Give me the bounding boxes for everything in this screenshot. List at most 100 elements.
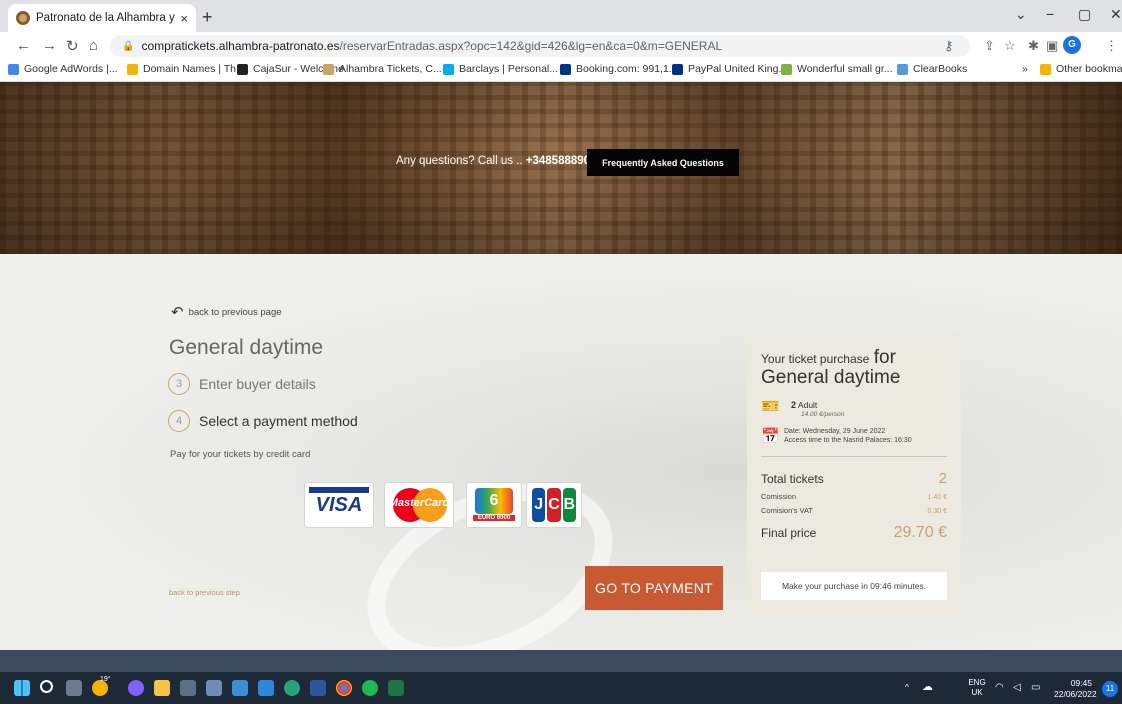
bookmark-item[interactable]: ClearBooks [897, 63, 967, 75]
visit-date: Date: Wednesday, 29 June 2022 [784, 428, 886, 435]
edge-icon[interactable] [284, 680, 300, 696]
final-price-value: 29.70 € [893, 524, 947, 541]
go-to-payment-button[interactable]: GO TO PAYMENT [585, 566, 723, 610]
bookmark-star-icon[interactable]: ☆ [1004, 38, 1016, 54]
home-icon[interactable]: ⌂ [89, 37, 98, 54]
comission-row: Comission 1.40 € [761, 492, 947, 501]
back-to-previous-page-link[interactable]: ↶ back to previous page [171, 303, 282, 321]
bookmark-item[interactable]: PayPal United King... [672, 63, 787, 75]
bookmark-label: Google AdWords |... [24, 63, 118, 75]
bookmark-label: PayPal United King... [688, 63, 788, 75]
other-bookmarks-folder[interactable]: Other bookmarks [1040, 63, 1122, 75]
windows-start-icon[interactable] [14, 680, 30, 696]
bookmark-favicon-icon [443, 63, 454, 75]
bookmark-item[interactable]: Booking.com: 991,1... [560, 63, 678, 75]
wifi-icon[interactable]: ◠ [995, 682, 1004, 693]
total-tickets-label: Total tickets [761, 472, 824, 486]
profile-avatar[interactable]: G [1063, 36, 1081, 54]
tab-search-icon[interactable]: ⌄ [1015, 6, 1027, 23]
bookmark-label: Barclays | Personal... [459, 63, 559, 75]
bookmark-label: ClearBooks [913, 63, 968, 75]
lock-icon: 🔒 [122, 40, 135, 52]
calculator-icon[interactable] [180, 680, 196, 696]
comission-label: Comission [761, 492, 797, 501]
forward-arrow-icon[interactable]: → [42, 37, 57, 54]
jcb-logo-icon: J C B [531, 488, 577, 522]
faq-button[interactable]: Frequently Asked Questions [587, 149, 739, 176]
word-icon[interactable] [310, 680, 326, 696]
tray-chevron-icon[interactable]: ^ [905, 682, 909, 692]
side-panel-icon[interactable]: ▣ [1046, 38, 1058, 54]
system-clock[interactable]: 09:45 22/06/2022 [1054, 678, 1097, 699]
ticket-icon: 🎫 [761, 398, 780, 415]
purchase-summary-panel: Your ticket purchase for General daytime… [747, 334, 961, 616]
back-to-previous-step-link[interactable]: back to previous step [169, 588, 240, 597]
address-bar[interactable]: 🔒 compratickets.alhambra-patronato.es /r… [110, 35, 970, 57]
bookmark-item[interactable]: Alhambra Tickets, C... [323, 63, 442, 75]
bookmark-item[interactable]: Wonderful small gr... [781, 63, 893, 75]
excel-icon[interactable] [388, 680, 404, 696]
euro6000-logo-icon: 6 EURO 6000 [473, 486, 515, 524]
total-tickets-row: Total tickets 2 [761, 470, 947, 487]
bookmark-item[interactable]: Google AdWords |... [8, 63, 118, 75]
back-arrow-icon[interactable]: ← [16, 37, 31, 54]
outlook-icon[interactable] [258, 680, 274, 696]
bookmark-favicon-icon [897, 63, 908, 75]
file-explorer-icon[interactable] [154, 680, 170, 696]
jcb-card-option[interactable]: J C B [526, 482, 582, 528]
nasrid-access-time: Access time to the Nasrid Palaces: 16:30 [784, 437, 912, 445]
mastercard-text: MasterCard [388, 497, 450, 509]
spotify-icon[interactable] [362, 680, 378, 696]
chrome-icon[interactable] [336, 680, 352, 696]
folder-icon [1040, 63, 1051, 75]
bookmark-label: Alhambra Tickets, C... [339, 63, 442, 75]
visa-logo-icon: VISA [309, 487, 369, 523]
language-code: ENG [968, 678, 986, 687]
step-enter-buyer-details[interactable]: 3 Enter buyer details [168, 373, 316, 395]
volume-icon[interactable]: ◁ [1013, 682, 1021, 693]
bookmarks-overflow-icon[interactable]: » [1022, 63, 1028, 75]
close-window-button[interactable]: ✕ [1110, 6, 1122, 23]
new-tab-button[interactable]: + [202, 7, 213, 28]
bookmark-item[interactable]: Barclays | Personal... [443, 63, 558, 75]
bookmark-favicon-icon [237, 63, 248, 75]
store-icon[interactable] [206, 680, 222, 696]
bookmark-favicon-icon [323, 63, 334, 75]
onedrive-cloud-icon[interactable]: ☁ [922, 680, 933, 693]
battery-icon[interactable]: ▭ [1031, 682, 1040, 693]
undo-arrow-icon: ↶ [171, 304, 184, 321]
tab-strip: Patronato de la Alhambra y Gene × + ⌄ − … [0, 0, 1122, 32]
tab-close-icon[interactable]: × [180, 11, 188, 26]
task-view-icon[interactable] [66, 680, 82, 696]
bookmark-label: Wonderful small gr... [797, 63, 893, 75]
chrome-menu-icon[interactable]: ⋮ [1105, 38, 1118, 54]
notification-badge[interactable]: 11 [1102, 681, 1118, 697]
weather-temp: 19° [100, 676, 111, 683]
alhambra-favicon-icon [16, 11, 30, 25]
key-icon[interactable]: ⚷ [944, 38, 954, 54]
url-domain: compratickets.alhambra-patronato.es [141, 39, 340, 53]
mastercard-option[interactable]: MasterCard [384, 482, 454, 528]
contact-line: Any questions? Call us .. +34858889002 [396, 155, 603, 167]
url-path: /reservarEntradas.aspx?opc=142&gid=426&l… [339, 39, 723, 53]
teams-chat-icon[interactable] [128, 680, 144, 696]
language-indicator[interactable]: ENG UK [967, 678, 987, 697]
restore-button[interactable]: ▢ [1078, 6, 1091, 23]
euro6000-card-option[interactable]: 6 EURO 6000 [466, 482, 522, 528]
reload-icon[interactable]: ↻ [66, 37, 79, 55]
bookmark-favicon-icon [127, 63, 138, 75]
browser-tab[interactable]: Patronato de la Alhambra y Gene × [8, 4, 196, 32]
share-icon[interactable]: ⇪ [984, 38, 995, 54]
comission-vat-label: Comision's VAT [761, 506, 813, 515]
search-icon[interactable] [40, 680, 53, 693]
minimize-button[interactable]: − [1046, 6, 1054, 22]
comission-vat-row: Comision's VAT 0.30 € [761, 506, 947, 515]
comission-value: 1.40 € [927, 494, 947, 501]
bookmark-item[interactable]: Domain Names | Th... [127, 63, 245, 75]
visa-card-option[interactable]: VISA [304, 482, 374, 528]
extensions-puzzle-icon[interactable]: ✱ [1028, 38, 1039, 54]
people-icon[interactable] [232, 680, 248, 696]
final-price-row: Final price 29.70 € [761, 524, 947, 542]
summary-title-ticket-type: General daytime [761, 367, 901, 388]
total-tickets-value: 2 [938, 470, 947, 487]
